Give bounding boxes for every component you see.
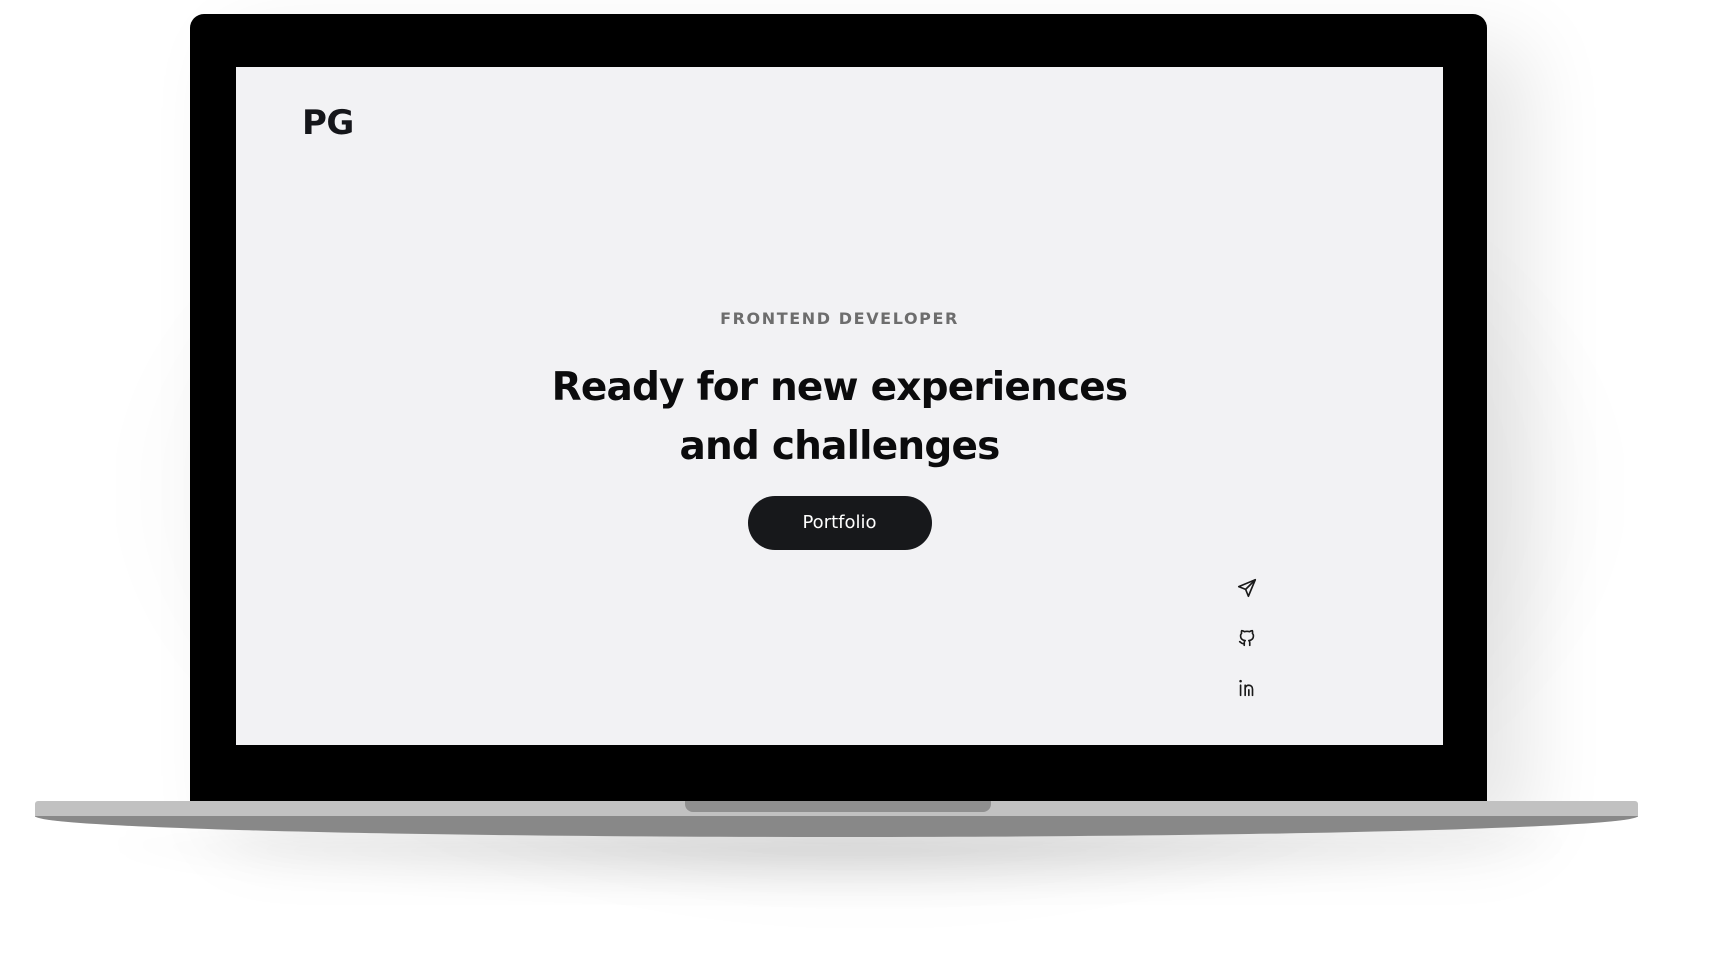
linkedin-icon[interactable] [1236, 677, 1258, 699]
hero-subtitle: FRONTEND DEVELOPER [720, 309, 959, 328]
hero-headline: Ready for new experiences and challenges [551, 365, 1128, 469]
hero-section: FRONTEND DEVELOPER Ready for new experie… [236, 309, 1443, 550]
laptop-screen: PG FRONTEND DEVELOPER Ready for new expe… [236, 67, 1443, 745]
portfolio-button[interactable]: Portfolio [747, 496, 932, 550]
laptop-mockup-stage: PG FRONTEND DEVELOPER Ready for new expe… [0, 0, 1734, 959]
social-links [1236, 577, 1258, 727]
send-icon[interactable] [1236, 577, 1258, 599]
site-logo[interactable]: PG [302, 103, 354, 143]
github-icon[interactable] [1236, 627, 1258, 649]
floor-shadow [120, 836, 1560, 896]
laptop-opening-notch [685, 801, 991, 812]
